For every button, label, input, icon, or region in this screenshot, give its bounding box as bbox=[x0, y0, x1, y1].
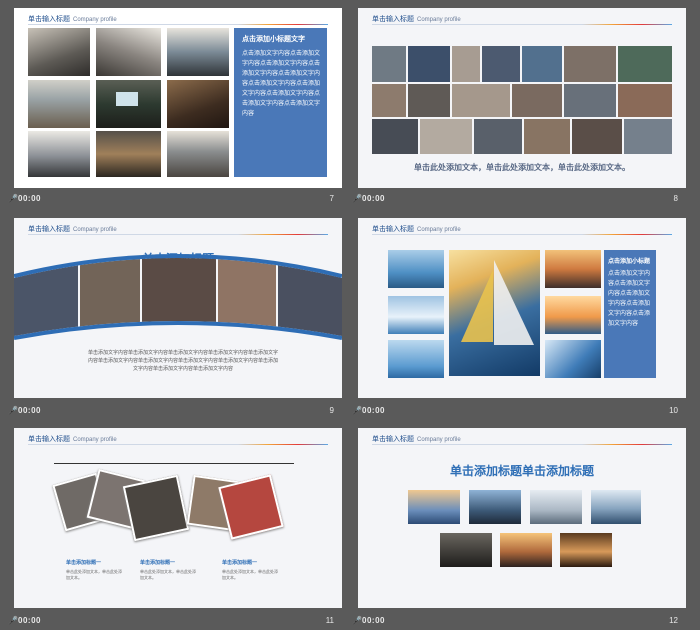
text-box[interactable]: 点击添加小标题 点击添加文字内容点击添加文字内容点击添加文字内容点击添加文字内容… bbox=[604, 250, 656, 378]
photo-handshake bbox=[530, 490, 582, 524]
box-title: 点击添加小标题 bbox=[608, 259, 651, 265]
item-body: 单击此处添加文本，单击此处添加文本。 bbox=[66, 569, 122, 580]
photo-chess bbox=[560, 533, 612, 567]
photo-building bbox=[545, 340, 601, 378]
item-title: 单击添加标题一 bbox=[66, 560, 102, 566]
photo-bird bbox=[388, 340, 444, 378]
slide-number: 11 bbox=[325, 616, 334, 625]
slide-body[interactable]: 单击添加文字内容单击添加文字内容单击添加文字内容单击添加文字内容单击添加文字内容… bbox=[88, 349, 278, 373]
photo-office bbox=[440, 533, 492, 567]
photo-meeting-6 bbox=[167, 80, 229, 128]
header-divider bbox=[372, 444, 672, 445]
photo-sunset-sail bbox=[545, 296, 601, 334]
slide-header: 单击输入标题 Company profile bbox=[28, 16, 117, 23]
slide-8[interactable]: 单击输入标题 Company profile 单击此处添加文本，单击此处添加文本，… bbox=[358, 8, 686, 188]
item-2[interactable]: 单击添加标题一 单击此处添加文本，单击此处添加文本。 bbox=[140, 559, 198, 581]
slide-header: 单击输入标题 Company profile bbox=[372, 436, 461, 443]
photo-city bbox=[469, 490, 521, 524]
slide-7[interactable]: 单击输入标题 Company profile 点击添加小标题文字 点击添加文字内容… bbox=[14, 8, 342, 188]
header-divider bbox=[372, 234, 672, 235]
item-body: 单击此处添加文本，单击此处添加文本。 bbox=[222, 569, 278, 580]
slide-number: 9 bbox=[329, 406, 334, 415]
time-label: 00:00 bbox=[18, 406, 41, 415]
photo-ship bbox=[388, 296, 444, 334]
slide-number: 10 bbox=[669, 406, 678, 415]
photo-meeting-5 bbox=[96, 80, 161, 128]
box-body: 点击添加文字内容点击添加文字内容点击添加文字内容点击添加文字内容点击添加文字内容… bbox=[242, 51, 321, 117]
time-label: 00:00 bbox=[362, 616, 385, 625]
text-box[interactable]: 点击添加小标题文字 点击添加文字内容点击添加文字内容点击添加文字内容点击添加文字… bbox=[234, 28, 327, 177]
item-title: 单击添加标题一 bbox=[140, 560, 176, 566]
box-body: 点击添加文字内容点击添加文字内容点击添加文字内容点击添加文字内容点击添加文字内容 bbox=[608, 271, 651, 327]
caption[interactable]: 单击此处添加文本，单击此处添加文本，单击此处添加文本。 bbox=[358, 162, 686, 173]
photo-meeting-3 bbox=[167, 28, 229, 76]
slide-header: 单击输入标题 Company profile bbox=[372, 226, 461, 233]
item-title: 单击添加标题一 bbox=[222, 560, 258, 566]
slide-header: 单击输入标题 Company profile bbox=[28, 436, 117, 443]
time-label: 00:00 bbox=[18, 616, 41, 625]
photo-rowing bbox=[591, 490, 641, 524]
slide-number: 7 bbox=[329, 194, 334, 203]
photo-meeting-9 bbox=[167, 131, 229, 177]
time-label: 00:00 bbox=[18, 194, 41, 203]
header-divider bbox=[28, 444, 328, 445]
photo-sailboat bbox=[449, 250, 540, 376]
photo-meeting-8 bbox=[96, 131, 161, 177]
hanging-line bbox=[54, 463, 294, 464]
footer-7: 🎤 00:00 7 bbox=[8, 190, 336, 208]
time-label: 00:00 bbox=[362, 194, 385, 203]
time-label: 00:00 bbox=[362, 406, 385, 415]
slide-title[interactable]: 单击添加标题单击添加标题 bbox=[358, 462, 686, 479]
item-body: 单击此处添加文本，单击此处添加文本。 bbox=[140, 569, 196, 580]
photo-bridge bbox=[545, 250, 601, 288]
photo-sunset-boat bbox=[408, 490, 460, 524]
photo-mosaic bbox=[372, 46, 672, 154]
microphone-icon: 🎤 bbox=[8, 406, 18, 415]
header-divider bbox=[28, 24, 328, 25]
item-3[interactable]: 单击添加标题一 单击此处添加文本，单击此处添加文本。 bbox=[222, 559, 280, 581]
slide-number: 8 bbox=[673, 194, 678, 203]
microphone-icon: 🎤 bbox=[352, 406, 362, 415]
photo-sea-rock bbox=[388, 250, 444, 288]
slide-9[interactable]: 单击输入标题Company profile 单击添加标题 单击添加文字内容单击添… bbox=[14, 218, 342, 398]
footer-12: 🎤 00:00 12 bbox=[352, 612, 680, 630]
hanging-photo-3 bbox=[122, 474, 190, 542]
photo-meeting-2 bbox=[96, 28, 161, 76]
photo-meeting-7 bbox=[28, 131, 90, 177]
hanging-photo-5 bbox=[218, 474, 284, 540]
header-divider bbox=[372, 24, 672, 25]
slide-number: 12 bbox=[669, 616, 678, 625]
slide-12[interactable]: 单击输入标题 Company profile 单击添加标题单击添加标题 bbox=[358, 428, 686, 608]
box-title: 点击添加小标题文字 bbox=[242, 36, 305, 43]
footer-11: 🎤 00:00 11 bbox=[8, 612, 336, 630]
slide-11[interactable]: 单击输入标题 Company profile 单击添加标题一 单击此处添加文本，单… bbox=[14, 428, 342, 608]
slide-10[interactable]: 单击输入标题 Company profile 点击添加小标题 点击添加文字内容点击… bbox=[358, 218, 686, 398]
photo-meeting-4 bbox=[28, 80, 90, 128]
microphone-icon: 🎤 bbox=[352, 616, 362, 625]
footer-9: 🎤 00:00 9 bbox=[8, 402, 336, 420]
item-1[interactable]: 单击添加标题一 单击此处添加文本，单击此处添加文本。 bbox=[66, 559, 124, 581]
microphone-icon: 🎤 bbox=[8, 616, 18, 625]
photo-meeting-1 bbox=[28, 28, 90, 76]
footer-10: 🎤 00:00 10 bbox=[352, 402, 680, 420]
footer-8: 🎤 00:00 8 bbox=[352, 190, 680, 208]
microphone-icon: 🎤 bbox=[8, 194, 18, 203]
slide-header: 单击输入标题 Company profile bbox=[372, 16, 461, 23]
microphone-icon: 🎤 bbox=[352, 194, 362, 203]
photo-skyline bbox=[500, 533, 552, 567]
